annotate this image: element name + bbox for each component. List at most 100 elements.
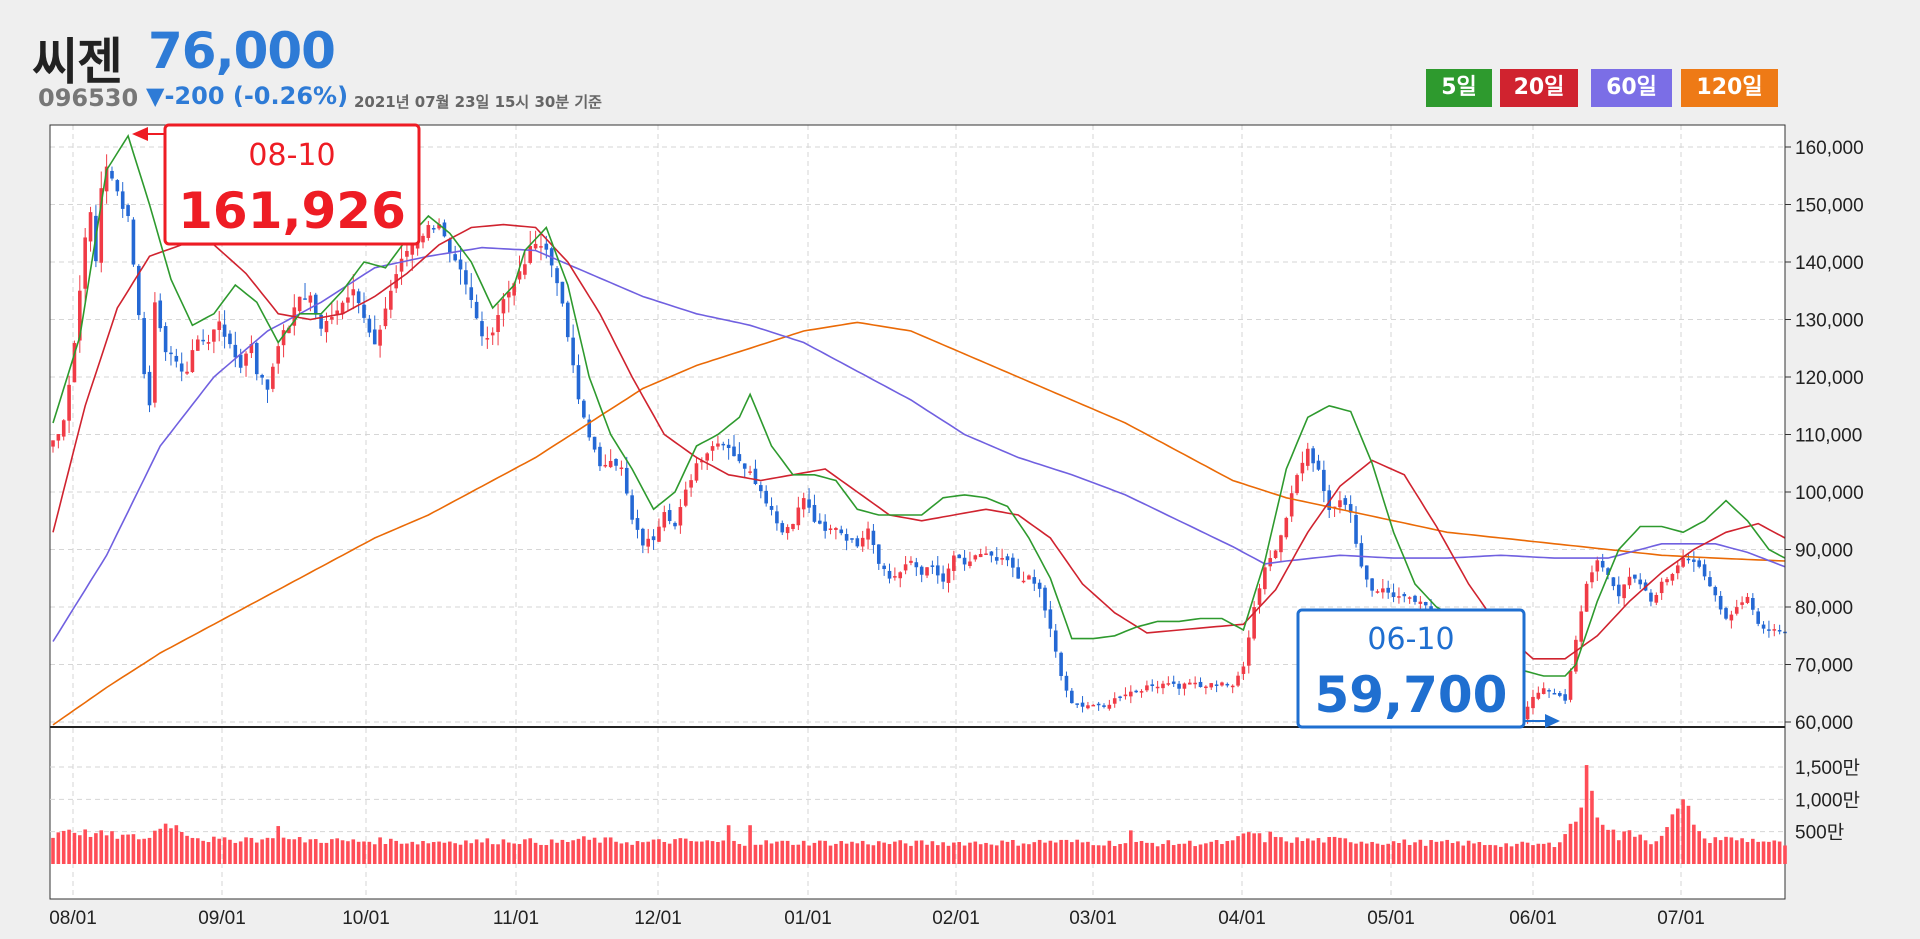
candle-body <box>1772 629 1777 631</box>
volume-bar <box>1305 838 1310 864</box>
candle-body <box>485 338 490 340</box>
volume-bar <box>641 842 645 864</box>
volume-background <box>49 726 1786 900</box>
candle-body <box>683 489 688 506</box>
candle-body <box>1391 592 1396 598</box>
volume-bar <box>1552 847 1557 864</box>
candle-body <box>1043 587 1047 611</box>
candle-body <box>1011 557 1015 568</box>
candle-body <box>952 555 956 571</box>
volume-bar <box>1477 842 1482 864</box>
candle-body <box>823 521 827 531</box>
volume-bar <box>1557 842 1562 864</box>
candle-body <box>1279 535 1283 553</box>
volume-bar <box>233 842 238 864</box>
volume-bar <box>839 841 844 864</box>
candle-body <box>1354 514 1358 544</box>
volume-bar <box>356 841 361 864</box>
volume-bar <box>1606 829 1610 864</box>
volume-bar <box>212 836 216 864</box>
candle-body <box>812 504 817 522</box>
candle-body <box>759 485 763 492</box>
volume-bar <box>667 843 672 864</box>
volume-bar <box>222 837 227 864</box>
volume-bar <box>1263 842 1267 864</box>
candle-body <box>1273 550 1278 559</box>
candle-body <box>1209 683 1214 688</box>
price-tick-label: 130,000 <box>1795 311 1864 332</box>
volume-bar <box>1123 843 1128 864</box>
volume-bar <box>238 841 243 864</box>
candle-body <box>1563 694 1567 701</box>
volume-bar <box>115 838 120 864</box>
candle-body <box>565 302 570 338</box>
candle-body <box>624 467 629 494</box>
volume-bar <box>330 839 334 864</box>
price-tick-label: 90,000 <box>1795 541 1853 562</box>
candle-body <box>968 561 972 566</box>
candle-body <box>212 329 216 342</box>
volume-bar <box>1584 765 1589 864</box>
candle-body <box>410 245 415 255</box>
candle-body <box>994 557 999 561</box>
month-label: 05/01 <box>1367 908 1415 929</box>
stock-chart[interactable]: 60,000 70,000 80,000 90,000 100,000 110,000 12… <box>0 0 1920 939</box>
candle-body <box>657 526 661 542</box>
volume-bar <box>1011 839 1015 864</box>
candle-body <box>303 298 307 300</box>
volume-bar <box>271 838 275 864</box>
volume-bar <box>989 844 994 864</box>
volume-bar <box>651 839 656 864</box>
candle-body <box>726 444 731 449</box>
candle-body <box>898 572 903 579</box>
volume-bar <box>426 843 431 864</box>
candle-body <box>1686 558 1691 561</box>
candle-body <box>1777 630 1782 632</box>
volume-bar <box>683 838 688 864</box>
candle-body <box>1305 448 1310 466</box>
volume-bar <box>308 839 313 864</box>
volume-bar <box>1777 841 1782 864</box>
candle-body <box>989 551 994 556</box>
candle-body <box>1536 692 1541 699</box>
candle-body <box>1134 690 1138 693</box>
candle-body <box>238 354 243 368</box>
candle-body <box>694 463 699 481</box>
volume-bar <box>1064 839 1069 864</box>
volume-bar <box>1702 838 1707 864</box>
candle-body <box>887 570 892 579</box>
volume-bar <box>716 841 720 864</box>
volume-bar <box>1225 841 1230 864</box>
volume-bar <box>785 840 790 864</box>
volume-bar <box>415 844 420 864</box>
candle-body <box>330 317 334 320</box>
candle-body <box>1649 592 1653 602</box>
candle-body <box>399 258 404 272</box>
candle-body <box>769 505 774 510</box>
volume-bar <box>1284 841 1289 864</box>
candle-body <box>254 343 259 375</box>
volume-bar <box>657 839 661 864</box>
candle-body <box>1359 543 1364 567</box>
candle-body <box>1236 675 1240 686</box>
volume-bar <box>984 842 988 864</box>
volume-bar <box>882 842 886 864</box>
volume-bar <box>1102 845 1106 864</box>
volume-bar <box>710 841 715 864</box>
candle-body <box>1568 670 1573 700</box>
volume-bar <box>592 837 597 864</box>
candle-body <box>153 302 157 403</box>
volume-bar <box>1434 841 1439 864</box>
volume-bar <box>925 844 929 864</box>
volume-bar <box>163 823 168 864</box>
candle-body <box>748 471 752 473</box>
volume-bar <box>1204 843 1208 864</box>
volume-bar <box>1332 836 1337 864</box>
candle-body <box>1386 587 1390 593</box>
volume-bar <box>335 838 339 864</box>
candle-body <box>1161 683 1165 689</box>
volume-bar <box>968 842 972 864</box>
candle-body <box>1086 705 1090 709</box>
candle-body <box>1080 702 1085 707</box>
volume-bar <box>265 837 270 864</box>
